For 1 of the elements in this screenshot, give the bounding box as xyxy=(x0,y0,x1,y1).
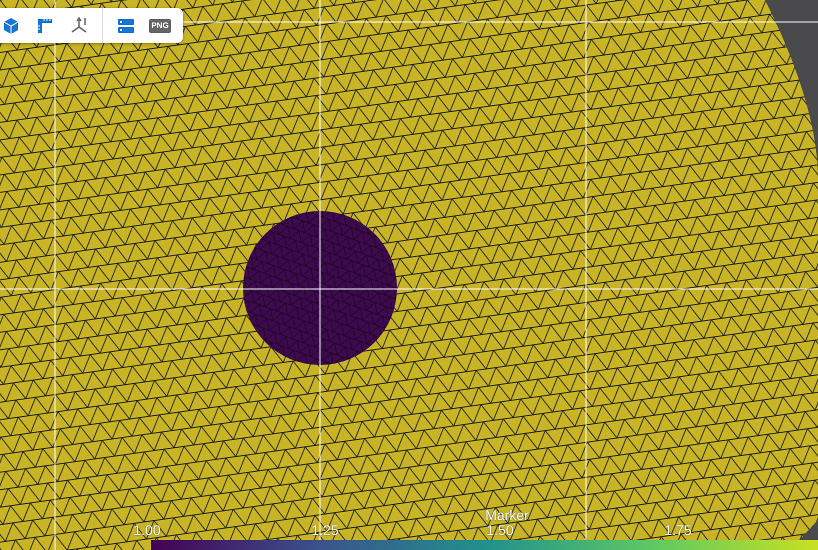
export-image-button[interactable]: PNG xyxy=(145,10,175,40)
